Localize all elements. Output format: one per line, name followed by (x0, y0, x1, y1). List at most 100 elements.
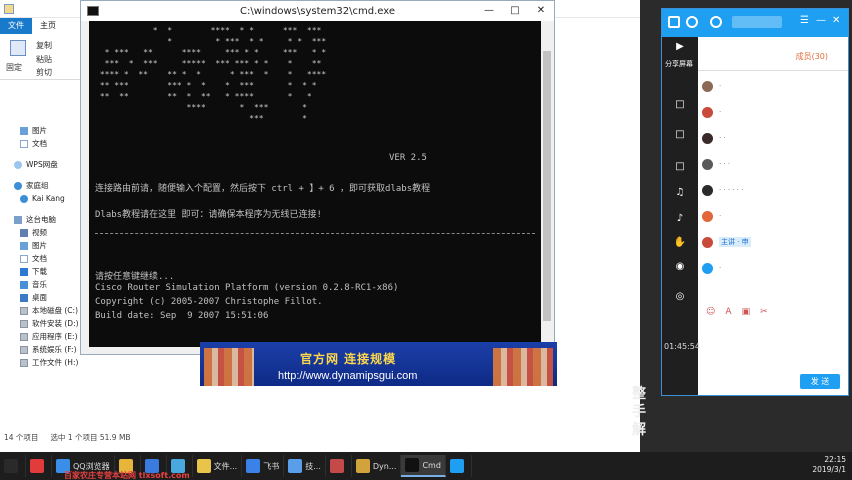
taskbar-item-label: 技... (305, 461, 321, 471)
taskbar-item[interactable]: Cmd (401, 455, 446, 477)
nav-item-label: WPS网盘 (26, 160, 58, 169)
music-note-icon[interactable]: ♫ (670, 187, 690, 203)
nav-item-label: 系统娱乐 (F:) (32, 345, 77, 354)
whiteboard-icon[interactable]: □ (670, 129, 690, 145)
nav-item[interactable]: 应用程序 (E:) (0, 330, 90, 343)
ad-banner[interactable]: 官方网 连接规模 http://www.dynamipsgui.com (200, 342, 557, 386)
status-item-count: 14 个项目 (4, 433, 39, 442)
minimize-icon[interactable]: — (816, 15, 826, 26)
taskbar-item[interactable]: 技... (284, 455, 326, 477)
paste-button[interactable]: 粘贴 (36, 54, 52, 65)
close-button[interactable]: ✕ (528, 1, 554, 19)
banner-figures-left (204, 348, 254, 386)
taskbar-item[interactable]: 飞书 (242, 455, 285, 477)
tab-home[interactable]: 主页 (32, 18, 64, 34)
taskbar-item[interactable] (326, 455, 352, 477)
nav-item[interactable]: 图片 (0, 124, 90, 137)
member-row[interactable]: · (702, 73, 844, 99)
banner-url[interactable]: http://www.dynamipsgui.com (278, 370, 417, 382)
cmd-scrollbar[interactable] (542, 21, 552, 347)
nav-item[interactable]: Kai Kang (0, 192, 90, 205)
nav-item[interactable]: 工作文件 (H:) (0, 356, 90, 369)
pin-label[interactable]: 固定 (6, 62, 22, 73)
quick-access-folder-icon[interactable] (4, 3, 14, 14)
scrollbar-thumb[interactable] (543, 51, 551, 321)
nav-item[interactable]: 桌面 (0, 291, 90, 304)
downloads-icon (20, 267, 28, 276)
member-name: · (719, 108, 722, 116)
member-row[interactable]: 主讲 · 申 (702, 229, 844, 255)
record-icon[interactable]: ◎ (670, 291, 690, 307)
member-name: · · · (719, 160, 731, 168)
font-icon[interactable]: A (725, 307, 731, 317)
minimize-button[interactable]: — (476, 1, 502, 19)
cmd-console[interactable]: * * **** * * *** *** * * *** * * * * ***… (89, 21, 541, 347)
taskbar-item[interactable]: Dyn... (352, 455, 402, 477)
nav-item[interactable]: WPS网盘 (0, 158, 90, 171)
member-row[interactable]: · · · · · · (702, 177, 844, 203)
member-row[interactable]: · (702, 203, 844, 229)
nav-item-label: 图片 (32, 126, 47, 135)
nav-item[interactable]: 音乐 (0, 278, 90, 291)
send-button[interactable]: 发 送 (800, 374, 840, 389)
taskbar-item[interactable]: 文件... (193, 455, 243, 477)
nav-item[interactable]: 本地磁盘 (C:) (0, 304, 90, 317)
nav-item[interactable]: 这台电脑 (0, 213, 90, 226)
taskbar-item[interactable] (26, 455, 52, 477)
close-icon[interactable]: ✕ (832, 15, 840, 26)
nav-item[interactable]: 文档 (0, 137, 90, 150)
chat-tool-icon[interactable]: □ (670, 99, 690, 115)
chat-app-icon[interactable] (668, 16, 680, 28)
qq-icon (449, 459, 464, 473)
camera-icon[interactable]: ◉ (670, 261, 690, 277)
menu-icon[interactable]: ☰ (800, 15, 809, 26)
system-clock[interactable]: 22:15 2019/3/1 (812, 455, 846, 475)
tab-members[interactable]: 成员(30) (796, 51, 828, 62)
tab-file[interactable]: 文件 (0, 18, 32, 34)
ascii-art: * * **** * * *** *** * * *** * * * * ***… (99, 26, 327, 123)
chat-panel[interactable]: ☰ — ✕ ▶ 分享屏幕 □ □ □ ♫ ♪ ✋ ◉ ◎ 成员(30) · · · … (661, 8, 849, 396)
camera-icon (329, 459, 344, 473)
member-row[interactable]: · (702, 99, 844, 125)
share-screen-label[interactable]: 分享屏幕 (665, 59, 693, 69)
speaker-icon[interactable]: ♪ (670, 213, 690, 229)
nav-item[interactable]: 图片 (0, 239, 90, 252)
taskbar-item[interactable] (446, 455, 472, 477)
group-icon[interactable] (710, 16, 722, 28)
member-name: · · (719, 134, 726, 142)
nav-item-label: 应用程序 (E:) (32, 332, 78, 341)
file-icon[interactable]: □ (670, 161, 690, 177)
nav-item[interactable]: 下载 (0, 265, 90, 278)
console-info-3: Build date: Sep 9 2007 15:51:06 (95, 311, 269, 321)
member-row[interactable]: · · · (702, 151, 844, 177)
nav-item[interactable]: 软件安装 (D:) (0, 317, 90, 330)
hand-icon[interactable]: ✋ (670, 237, 690, 253)
nav-item[interactable]: 视频 (0, 226, 90, 239)
avatar (702, 262, 713, 274)
scissors-icon[interactable]: ✂ (760, 307, 768, 317)
cut-button[interactable]: 剪切 (36, 67, 52, 78)
member-row[interactable]: · · (702, 125, 844, 151)
cmd-window[interactable]: C:\windows\system32\cmd.exe — □ ✕ * * **… (80, 0, 555, 355)
image-icon[interactable]: ▣ (742, 307, 751, 317)
copy-button[interactable]: 复制 (36, 40, 52, 51)
nav-item[interactable]: 文档 (0, 252, 90, 265)
nav-item[interactable]: 家庭组 (0, 179, 90, 192)
browser-icon (30, 459, 44, 473)
taskbar-item[interactable] (0, 455, 26, 477)
settings-icon[interactable] (686, 16, 698, 28)
cmd-titlebar[interactable]: C:\windows\system32\cmd.exe — □ ✕ (81, 1, 554, 21)
member-row[interactable]: · (702, 255, 844, 281)
avatar (702, 80, 713, 92)
maximize-button[interactable]: □ (502, 1, 528, 19)
taskbar-item-label: Dyn... (372, 461, 397, 471)
nav-item-label: 家庭组 (26, 181, 49, 190)
cmd-title: C:\windows\system32\cmd.exe (240, 5, 395, 17)
nav-item[interactable]: 系统娱乐 (F:) (0, 343, 90, 356)
status-bar: 14 个项目 选中 1 个项目 51.9 MB (4, 432, 131, 443)
share-screen-icon[interactable]: ▶ (670, 41, 690, 57)
desktop-side-text: 整 手 解 (632, 386, 646, 438)
status-selected: 选中 1 个项目 51.9 MB (50, 433, 131, 442)
pin-icon[interactable] (10, 40, 26, 56)
emoji-icon[interactable]: ☺ (706, 307, 715, 317)
